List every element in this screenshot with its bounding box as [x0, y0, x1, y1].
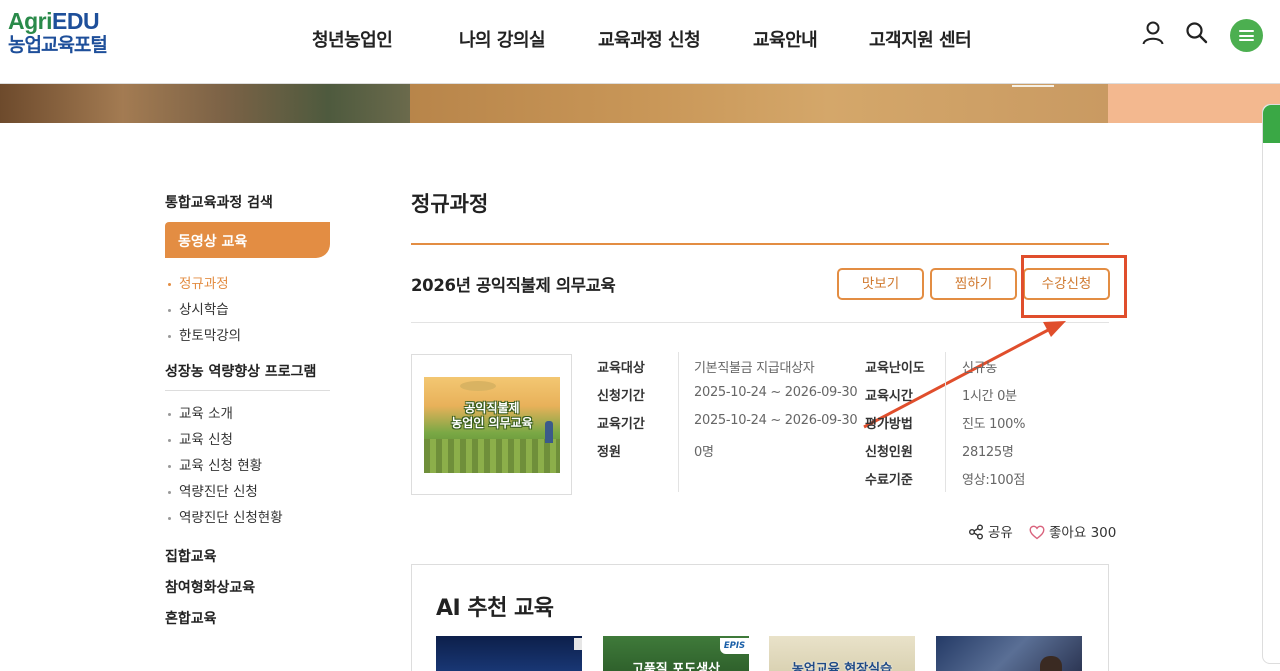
info-value-apply-period: 2025-10-24 ~ 2026-09-30: [694, 385, 858, 400]
ai-recommend-title: AI 추천 교육: [436, 596, 554, 621]
ai-card-3-title: 농업교육 현장실습: [791, 662, 893, 671]
info-value-duration: 1시간 0분: [962, 389, 1017, 404]
info-divider-right: [945, 352, 946, 492]
ai-card-1[interactable]: [436, 636, 582, 671]
like-label: 좋아요: [1049, 525, 1087, 541]
info-label-capacity: 정원: [597, 445, 621, 460]
like-button[interactable]: 좋아요 300: [1029, 521, 1116, 541]
ai-card-2-badge: EPIS: [720, 638, 749, 654]
share-button[interactable]: 공유: [968, 521, 1013, 541]
ai-card-3[interactable]: 농업교육 현장실습: [769, 636, 915, 671]
share-label: 공유: [988, 525, 1013, 541]
course-thumbnail[interactable]: 공익직불제 농업인 의무교육: [424, 377, 560, 473]
share-icon: [969, 524, 983, 540]
ai-card-2-title: 고품질 포도생산: [631, 662, 721, 671]
info-value-course-period: 2025-10-24 ~ 2026-09-30: [694, 413, 858, 428]
info-value-capacity: 0명: [694, 445, 714, 460]
info-label-target: 교육대상: [597, 361, 645, 376]
info-label-duration: 교육시간: [865, 389, 913, 404]
thumbnail-text-2: 농업인 의무교육: [451, 416, 533, 430]
info-value-target: 기본직불금 지급대상자: [694, 361, 815, 376]
thumbnail-text-1: 공익직불제: [464, 401, 520, 415]
info-value-applicants: 28125명: [962, 445, 1014, 460]
info-label-difficulty: 교육난이도: [865, 361, 925, 376]
info-divider-left: [678, 352, 679, 492]
like-count: 300: [1090, 525, 1117, 541]
ai-card-2[interactable]: EPIS 고품질 포도생산: [603, 636, 749, 671]
info-label-completion: 수료기준: [865, 473, 913, 488]
course-thumbnail-frame[interactable]: 공익직불제 농업인 의무교육: [411, 354, 572, 495]
info-label-evaluation: 평가방법: [865, 417, 913, 432]
info-label-apply-period: 신청기간: [597, 389, 645, 404]
ai-card-4[interactable]: [936, 636, 1082, 671]
info-label-applicants: 신청인원: [865, 445, 913, 460]
heart-icon: [1029, 525, 1045, 540]
info-label-course-period: 교육기간: [597, 417, 645, 432]
info-value-evaluation: 진도 100%: [962, 417, 1026, 432]
info-value-completion: 영상:100점: [962, 473, 1025, 488]
info-value-difficulty: 신규농: [962, 361, 997, 376]
